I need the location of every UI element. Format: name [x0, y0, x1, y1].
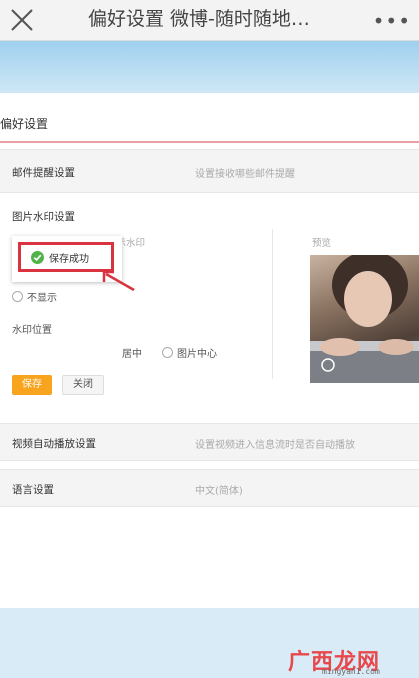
preview-label: 预览	[312, 238, 332, 249]
watermark-title: 图片水印设置	[12, 211, 75, 223]
annotation-arrow	[102, 270, 135, 292]
site-watermark-url: mingyan1.com	[322, 667, 380, 676]
row-video-autoplay[interactable]: 视频自动播放设置 设置视频进入信息流时是否自动播放	[0, 423, 419, 461]
more-icon[interactable]: •••	[373, 9, 411, 33]
language-label: 语言设置	[12, 484, 54, 496]
card-header: 偏好设置	[0, 105, 419, 143]
close-button[interactable]: 关闭	[62, 375, 104, 395]
top-bar: 偏好设置 微博-随时随地… •••	[0, 0, 419, 41]
option-image-center[interactable]: 图片中心	[162, 345, 217, 360]
video-autoplay-label: 视频自动播放设置	[12, 438, 96, 450]
video-autoplay-desc: 设置视频进入信息流时是否自动播放	[195, 440, 355, 451]
radio-hide-label: 不显示	[27, 293, 57, 304]
watermark-section: 图片水印设置 设置是否在微博图片上显示水印 显示 不显示 水印位置 居中 图片中…	[0, 199, 419, 403]
page-title: 偏好设置 微博-随时随地…	[88, 8, 310, 30]
preview-image	[310, 255, 419, 383]
mail-settings-desc: 设置接收哪些邮件提醒	[195, 169, 295, 180]
language-value: 中文(简体)	[195, 486, 243, 497]
option-center[interactable]: 居中	[122, 345, 142, 360]
radio-hide[interactable]: 不显示	[12, 289, 57, 304]
radio-hide-indicator[interactable]	[12, 291, 23, 302]
option-image-center-label: 图片中心	[177, 349, 217, 360]
settings-card: 偏好设置 邮件提醒设置 设置接收哪些邮件提醒 图片水印设置 设置是否在微博图片上…	[0, 93, 419, 608]
preview-photo-shapes	[310, 255, 419, 383]
toast-text: 保存成功	[49, 253, 89, 265]
row-language[interactable]: 语言设置 中文(简体)	[0, 469, 419, 507]
radio-image-center-indicator[interactable]	[162, 347, 173, 358]
mail-settings-label: 邮件提醒设置	[12, 167, 75, 179]
option-center-label: 居中	[122, 349, 142, 360]
row-mail-settings[interactable]: 邮件提醒设置 设置接收哪些邮件提醒	[0, 149, 419, 193]
banner	[0, 41, 419, 93]
watermark-position-label: 水印位置	[12, 325, 52, 336]
save-button[interactable]: 保存	[12, 375, 52, 395]
card-title: 偏好设置	[0, 117, 49, 131]
close-icon[interactable]	[8, 6, 36, 34]
vertical-divider	[272, 229, 273, 379]
check-icon	[31, 250, 44, 264]
